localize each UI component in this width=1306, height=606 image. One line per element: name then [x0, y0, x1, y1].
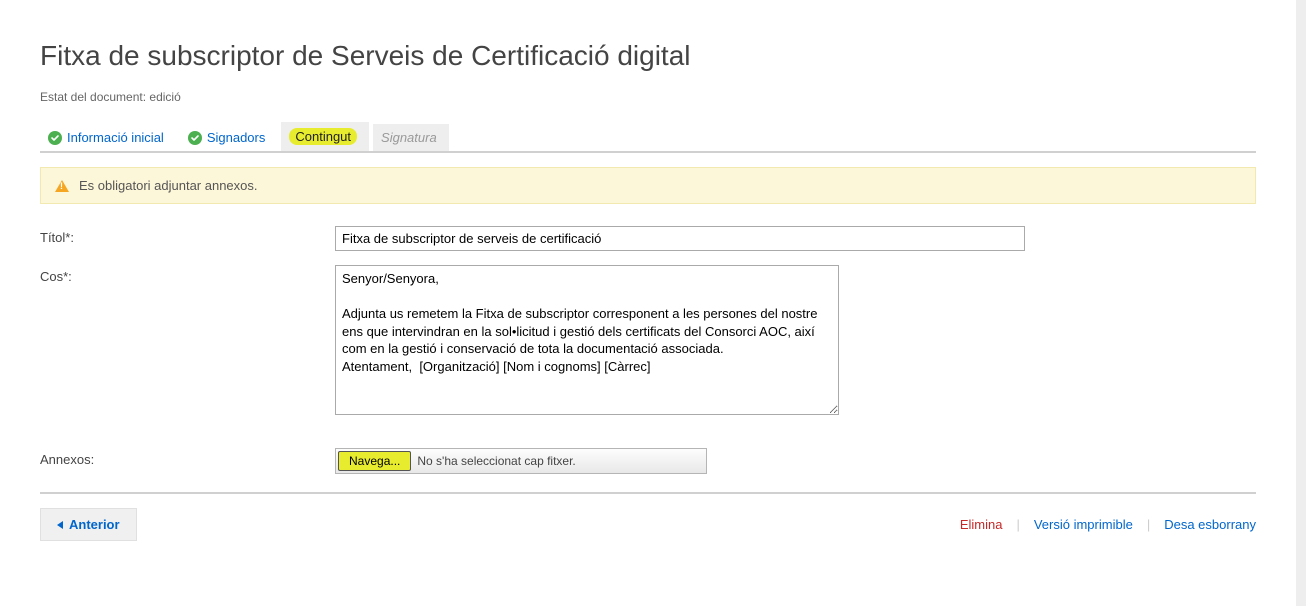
- check-icon: [48, 131, 62, 145]
- document-status: Estat del document: edició: [40, 90, 1256, 104]
- warning-icon: [55, 180, 69, 192]
- browse-button[interactable]: Navega...: [338, 451, 411, 471]
- anterior-button[interactable]: Anterior: [40, 508, 137, 541]
- tab-label: Contingut: [289, 128, 357, 145]
- anterior-label: Anterior: [69, 517, 120, 532]
- desa-esborrany-link[interactable]: Desa esborrany: [1164, 517, 1256, 532]
- tab-signadors[interactable]: Signadors: [180, 124, 278, 151]
- arrow-left-icon: [57, 521, 63, 529]
- cos-textarea[interactable]: [335, 265, 839, 415]
- page-title: Fitxa de subscriptor de Serveis de Certi…: [40, 40, 1256, 72]
- tab-signatura: Signatura: [373, 124, 449, 151]
- tab-contingut[interactable]: Contingut: [281, 122, 369, 151]
- tab-informacio-inicial[interactable]: Informació inicial: [40, 124, 176, 151]
- tab-label: Signadors: [207, 130, 266, 145]
- warning-text: Es obligatori adjuntar annexos.: [79, 178, 258, 193]
- label-annexos: Annexos:: [40, 448, 335, 467]
- versio-imprimible-link[interactable]: Versió imprimible: [1034, 517, 1133, 532]
- separator: |: [1147, 517, 1150, 532]
- label-cos: Cos*:: [40, 265, 335, 284]
- tab-label: Signatura: [381, 130, 437, 145]
- bottom-actions: Anterior Elimina | Versió imprimible | D…: [40, 492, 1256, 541]
- elimina-link[interactable]: Elimina: [960, 517, 1003, 532]
- file-picker: Navega... No s'ha seleccionat cap fitxer…: [335, 448, 707, 474]
- warning-banner: Es obligatori adjuntar annexos.: [40, 167, 1256, 204]
- tab-bar: Informació inicial Signadors Contingut S…: [40, 122, 1256, 153]
- file-status-text: No s'ha seleccionat cap fitxer.: [417, 454, 575, 468]
- tab-label: Informació inicial: [67, 130, 164, 145]
- separator: |: [1016, 517, 1019, 532]
- label-titol: Títol*:: [40, 226, 335, 245]
- titol-input[interactable]: [335, 226, 1025, 251]
- check-icon: [188, 131, 202, 145]
